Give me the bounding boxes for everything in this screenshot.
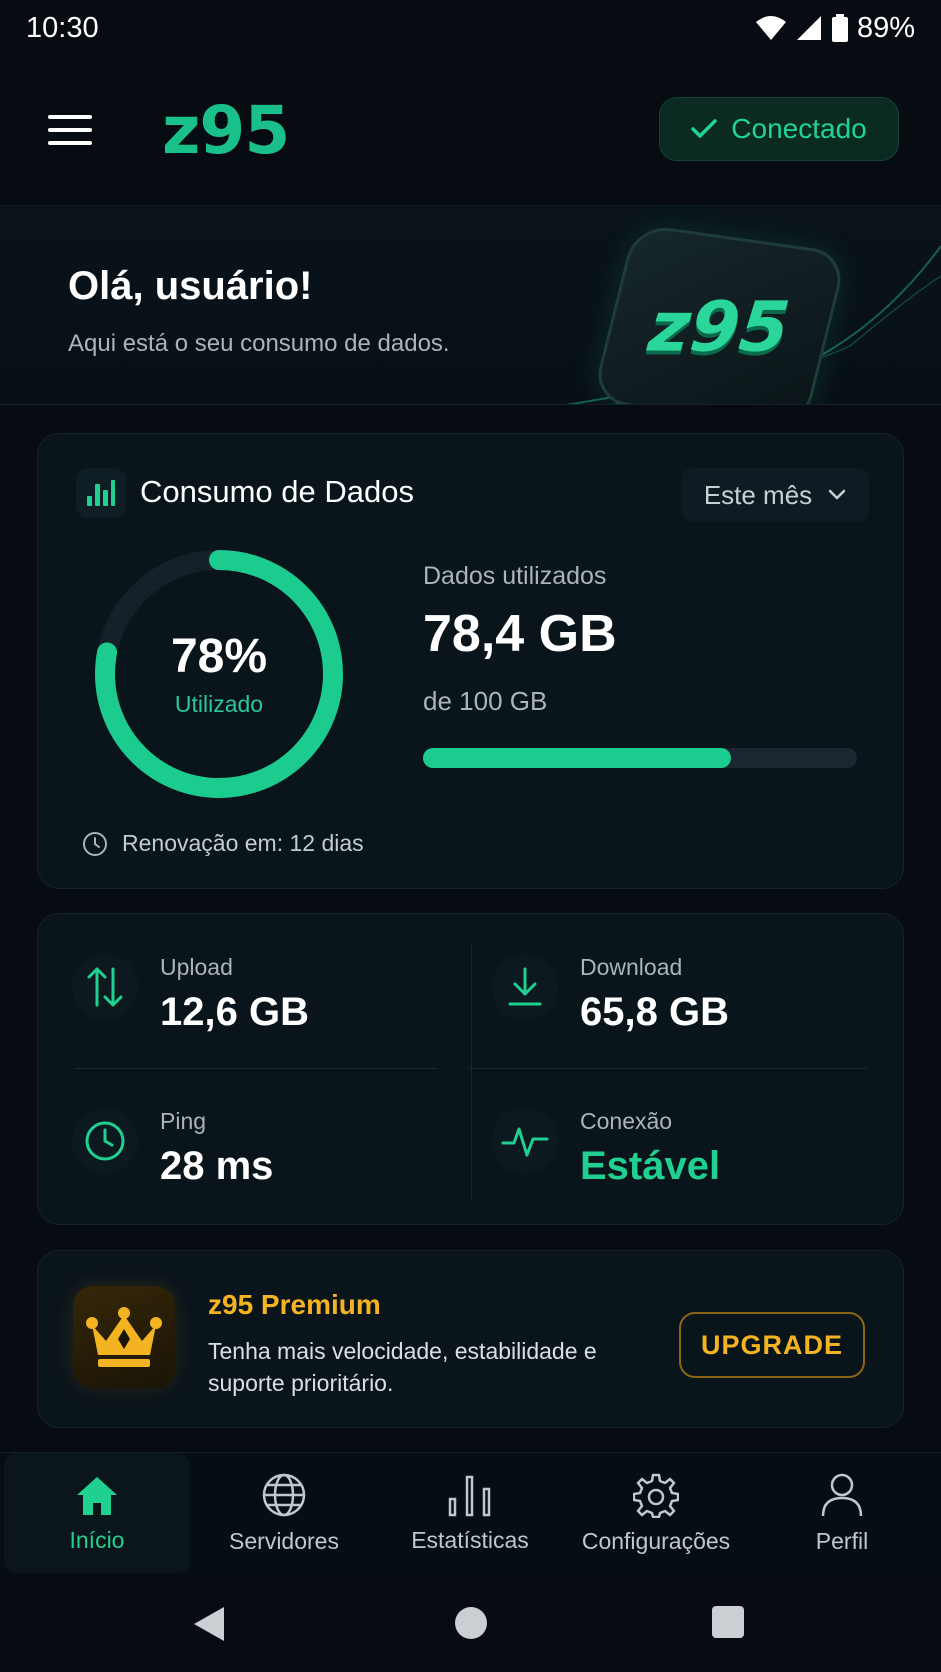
- data-total: de 100 GB: [423, 686, 548, 716]
- nav-item-servidores[interactable]: Servidores: [191, 1453, 377, 1573]
- upload-stat: Upload 12,6 GB: [38, 914, 438, 1054]
- menu-icon-bar: [48, 141, 92, 145]
- premium-description: Tenha mais velocidade, estabilidade e su…: [208, 1338, 597, 1396]
- nav-item-label: Início: [69, 1526, 125, 1553]
- app-header: z95 Conectado: [0, 80, 941, 180]
- download-stat: Download 65,8 GB: [458, 914, 858, 1054]
- nav-item-label: Configurações: [581, 1527, 731, 1554]
- upgrade-button[interactable]: UPGRADE: [679, 1312, 865, 1378]
- menu-button[interactable]: [48, 112, 92, 148]
- chevron-down-icon: [828, 489, 846, 500]
- signal-icon: [796, 16, 821, 40]
- hero-logo-tile: z95: [590, 223, 849, 404]
- bottom-navigation: Início Servidores Estatísticas Configura…: [0, 1452, 941, 1577]
- status-time: 10:30: [26, 11, 99, 44]
- ping-value: 28 ms: [160, 1144, 274, 1188]
- nav-item-configuracoes[interactable]: Configurações: [563, 1453, 749, 1573]
- nav-item-inicio[interactable]: Início: [4, 1453, 190, 1573]
- renewal-text: Renovação em: 12 dias: [122, 830, 364, 856]
- menu-icon-bar: [48, 128, 92, 132]
- upload-download-arrows-icon: [72, 954, 138, 1020]
- ping-label: Ping: [160, 1108, 207, 1134]
- premium-promo-card: z95 Premium Tenha mais velocidade, estab…: [37, 1250, 904, 1428]
- nav-item-label: Perfil: [815, 1527, 869, 1554]
- battery-icon: [831, 14, 848, 42]
- home-icon: [77, 1476, 117, 1515]
- connection-label: Conexão: [580, 1108, 673, 1134]
- greeting-subtitle: Aqui está o seu consumo de dados.: [68, 330, 450, 357]
- recents-icon[interactable]: [711, 1605, 745, 1639]
- nav-item-estatisticas[interactable]: Estatísticas: [377, 1453, 563, 1573]
- wifi-icon: [755, 16, 786, 40]
- usage-progress-fill: [423, 748, 732, 768]
- system-navigation-bar: [0, 1577, 941, 1672]
- status-icons: 89%: [755, 12, 915, 45]
- status-bar: 10:30 89%: [0, 0, 941, 56]
- download-label: Download: [580, 954, 683, 980]
- connection-status-label: Conectado: [731, 113, 867, 144]
- download-value: 65,8 GB: [580, 990, 729, 1034]
- user-icon: [821, 1473, 863, 1516]
- period-dropdown-value: Este mês: [703, 479, 813, 510]
- usage-ring: 78% Utilizado: [94, 549, 344, 799]
- usage-progress-bar: [423, 748, 857, 768]
- premium-title: z95 Premium: [208, 1289, 381, 1320]
- download-icon: [492, 954, 558, 1020]
- connection-status-badge[interactable]: Conectado: [659, 97, 899, 161]
- battery-level: 89%: [856, 11, 915, 44]
- globe-icon: [262, 1473, 306, 1516]
- bar-chart-icon: [76, 468, 126, 518]
- connection-stats-card: Upload 12,6 GB Download 65,8 GB Ping 28 …: [37, 913, 904, 1225]
- bar-chart-icon: [448, 1475, 491, 1516]
- usage-percent-label: Utilizado: [174, 691, 264, 717]
- upload-label: Upload: [160, 954, 233, 980]
- home-circle-icon[interactable]: [453, 1605, 489, 1641]
- greeting-title: Olá, usuário!: [68, 264, 313, 308]
- app-logo: z95: [162, 91, 290, 169]
- usage-percent: 78%: [170, 630, 268, 683]
- data-used-label: Dados utilizados: [423, 562, 607, 590]
- back-icon[interactable]: [192, 1605, 226, 1643]
- check-icon: [691, 119, 718, 138]
- data-used-value: 78,4 GB: [423, 605, 617, 663]
- ping-stat: Ping 28 ms: [38, 1068, 438, 1208]
- menu-icon-bar: [48, 115, 92, 119]
- nav-item-label: Estatísticas: [411, 1526, 529, 1553]
- clock-icon: [83, 831, 107, 856]
- gear-icon: [633, 1473, 679, 1518]
- connection-value: Estável: [580, 1144, 721, 1188]
- renewal-info: Renovação em: 12 dias: [82, 830, 364, 857]
- clock-icon: [72, 1108, 138, 1174]
- hero-logo-text: z95: [645, 286, 794, 368]
- hero-banner: Olá, usuário! Aqui está o seu consumo de…: [0, 205, 941, 405]
- activity-icon: [492, 1108, 558, 1174]
- data-usage-card: Consumo de Dados Este mês 78% Utilizado …: [37, 433, 904, 889]
- usage-card-title: Consumo de Dados: [140, 474, 414, 509]
- period-dropdown[interactable]: Este mês: [681, 468, 869, 522]
- nav-item-perfil[interactable]: Perfil: [749, 1453, 935, 1573]
- upload-value: 12,6 GB: [160, 990, 309, 1034]
- nav-item-label: Servidores: [229, 1527, 339, 1554]
- crown-icon: [73, 1286, 175, 1388]
- connection-stability-stat: Conexão Estável: [458, 1068, 858, 1208]
